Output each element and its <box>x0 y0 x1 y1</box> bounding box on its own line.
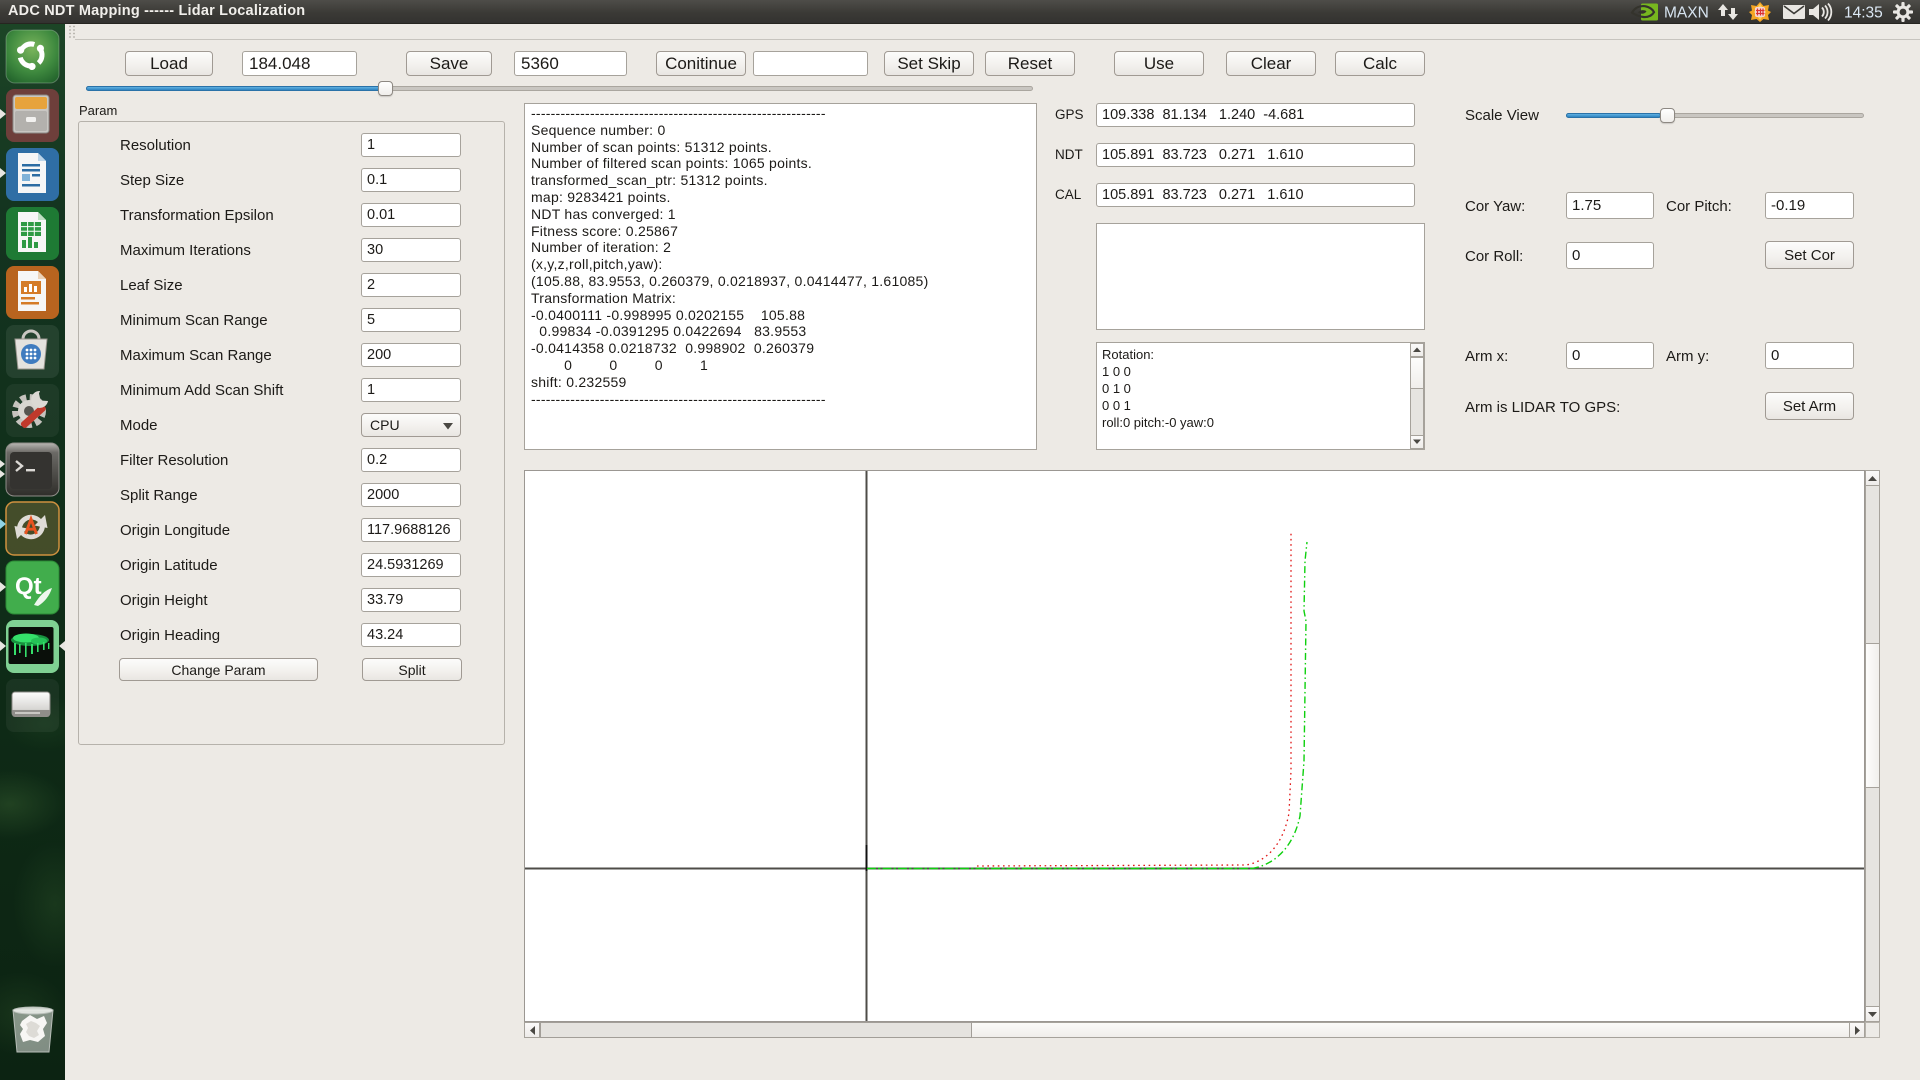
svg-text:MAXN: MAXN <box>1664 5 1709 22</box>
svg-text:Qt: Qt <box>15 573 42 600</box>
svg-text:14:35: 14:35 <box>1844 5 1883 22</box>
